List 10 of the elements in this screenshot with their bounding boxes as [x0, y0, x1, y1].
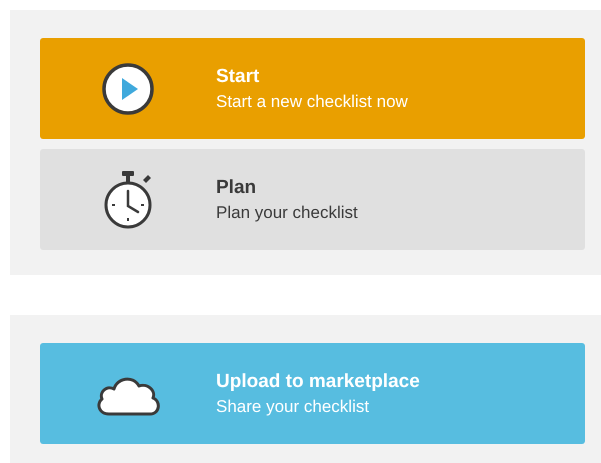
card-subtitle: Share your checklist — [216, 396, 370, 418]
card-title: Start — [216, 64, 260, 88]
card-subtitle: Start a new checklist now — [216, 90, 408, 112]
card-subtitle: Plan your checklist — [216, 202, 358, 224]
play-icon — [100, 60, 156, 116]
card-title: Upload to marketplace — [216, 370, 420, 394]
action-card[interactable]: Upload to marketplace Share your checklist — [40, 343, 585, 444]
action-card[interactable]: Plan Plan your checklist — [40, 149, 585, 250]
action-card[interactable]: Start Start a new checklist now — [40, 38, 585, 139]
card-title: Plan — [216, 176, 258, 200]
